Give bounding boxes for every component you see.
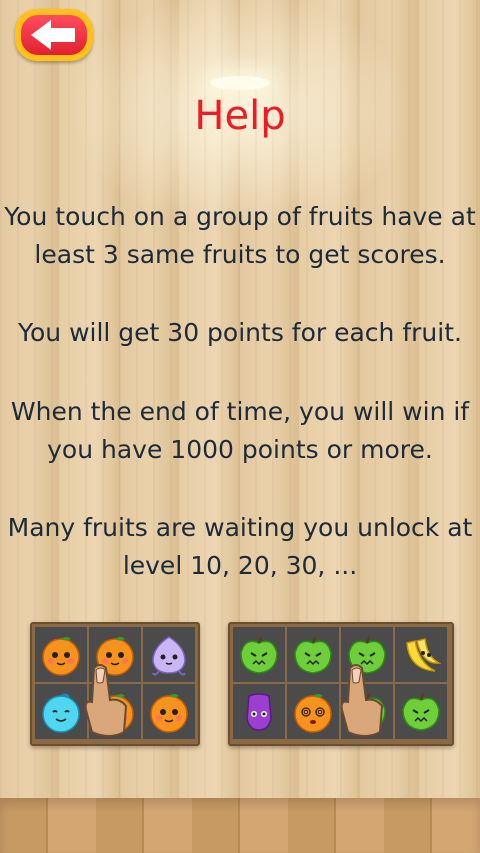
help-paragraph-1: You touch on a group of fruits have at l… xyxy=(4,202,476,269)
banana-icon xyxy=(399,633,443,681)
grape-icon xyxy=(237,690,281,738)
help-paragraph-4: Many fruits are waiting you unlock at le… xyxy=(7,513,473,580)
example-board-1 xyxy=(30,622,200,746)
back-button[interactable] xyxy=(15,9,93,61)
finger-pointer-icon xyxy=(340,664,384,737)
fruit-tile xyxy=(395,627,447,682)
finger-pointer-icon xyxy=(84,664,128,737)
dizzy-orange-icon xyxy=(291,690,335,738)
plum-icon xyxy=(147,633,191,681)
apple-icon xyxy=(291,633,335,681)
fruit-tile xyxy=(395,684,447,739)
fruit-tile xyxy=(233,684,285,739)
help-paragraph-3: When the end of time, you will win if yo… xyxy=(10,397,470,464)
page-title: Help xyxy=(194,93,286,139)
orange-icon xyxy=(39,633,83,681)
fruit-tile xyxy=(143,627,195,682)
apple-icon xyxy=(399,690,443,738)
orange-icon xyxy=(147,690,191,738)
wood-floor xyxy=(0,798,480,853)
blueberry-icon xyxy=(39,690,83,738)
back-arrow-icon xyxy=(31,20,75,50)
fruit-tile xyxy=(233,627,285,682)
apple-icon xyxy=(237,633,281,681)
example-board-2 xyxy=(228,622,454,746)
ceiling-lamp xyxy=(210,76,270,90)
fruit-tile xyxy=(143,684,195,739)
fruit-tile xyxy=(287,684,339,739)
fruit-tile xyxy=(287,627,339,682)
help-paragraph-2: You will get 30 points for each fruit. xyxy=(18,318,462,347)
